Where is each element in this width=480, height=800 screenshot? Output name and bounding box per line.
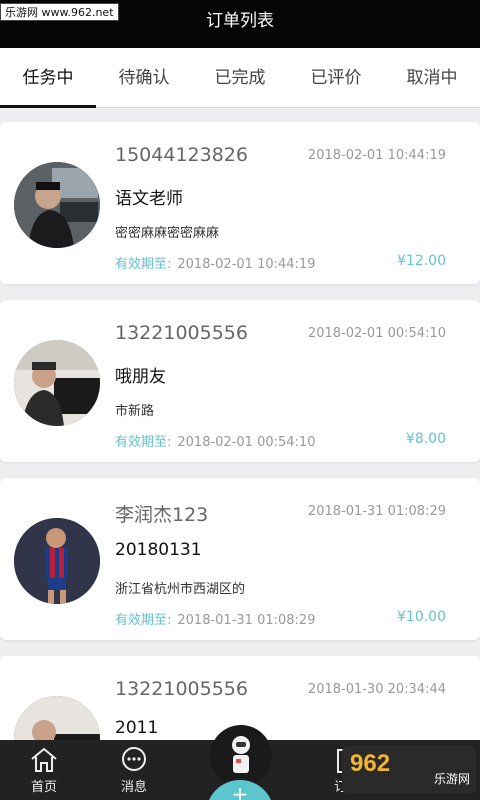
order-price: ¥12.00 — [397, 253, 446, 269]
logo-subtitle: 乐游网 — [433, 772, 470, 786]
nav-messages-label: 消息 — [120, 780, 147, 795]
tab-pending-confirm[interactable]: 待确认 — [96, 48, 192, 107]
order-card[interactable]: 李润杰123 2018-01-31 01:08:29 20180131 浙江省杭… — [0, 478, 480, 640]
home-icon — [31, 747, 57, 772]
valid-until: 有效期至: 2018-02-01 10:44:19 — [115, 253, 315, 272]
order-card[interactable]: 15044123826 2018-02-01 10:44:19 语文老师 密密麻… — [0, 122, 480, 284]
valid-label: 有效期至: — [115, 613, 172, 628]
order-card[interactable]: 13221005556 2018-02-01 00:54:10 哦朋友 市新路 … — [0, 300, 480, 462]
astronaut-button[interactable] — [210, 725, 272, 787]
site-logo: 962 乐游网 — [342, 746, 476, 794]
screen: 乐游网 www.962.net 订单列表 任务中 待确认 已完成 已评价 取消中… — [0, 0, 480, 800]
customer-phone: 13221005556 — [115, 322, 248, 344]
page-title: 订单列表 — [206, 11, 274, 31]
logo-number: 962 — [350, 750, 391, 777]
person-avatar-icon — [14, 340, 100, 426]
status-tabs: 任务中 待确认 已完成 已评价 取消中 — [0, 48, 480, 108]
order-price: ¥10.00 — [397, 609, 446, 625]
avatar — [14, 340, 100, 426]
order-address: 浙江省杭州市西湖区的 — [115, 582, 246, 597]
valid-date: 2018-01-31 01:08:29 — [177, 613, 316, 628]
order-title: 20180131 — [115, 540, 202, 560]
valid-date: 2018-02-01 00:54:10 — [177, 435, 316, 450]
astronaut-icon — [232, 736, 250, 773]
order-title: 2011 — [115, 718, 159, 738]
order-price: ¥8.00 — [405, 431, 446, 447]
customer-phone: 15044123826 — [115, 144, 248, 166]
order-time: 2018-02-01 10:44:19 — [307, 148, 446, 163]
order-title: 语文老师 — [115, 189, 183, 209]
order-address: 市新路 — [115, 404, 155, 419]
chat-bubble-icon — [122, 747, 146, 771]
order-time: 2018-01-31 01:08:29 — [307, 504, 446, 519]
valid-label: 有效期至: — [115, 257, 172, 272]
order-time: 2018-01-30 20:34:44 — [307, 682, 446, 697]
order-address: 密密麻麻密密麻麻 — [115, 226, 220, 241]
nav-messages[interactable]: 消息 — [99, 740, 169, 800]
app-header: 乐游网 www.962.net 订单列表 — [0, 0, 480, 48]
tab-cancelling[interactable]: 取消中 — [384, 48, 480, 107]
avatar — [14, 162, 100, 248]
order-time: 2018-02-01 00:54:10 — [307, 326, 446, 341]
valid-until: 有效期至: 2018-01-31 01:08:29 — [115, 609, 315, 628]
person-avatar-icon — [14, 162, 100, 248]
customer-phone: 李润杰123 — [115, 504, 209, 526]
tab-in-progress[interactable]: 任务中 — [0, 48, 96, 108]
valid-until: 有效期至: 2018-02-01 00:54:10 — [115, 431, 315, 450]
tab-reviewed[interactable]: 已评价 — [288, 48, 384, 107]
person-avatar-icon — [14, 518, 100, 604]
valid-label: 有效期至: — [115, 435, 172, 450]
order-title: 哦朋友 — [115, 367, 166, 387]
customer-phone: 13221005556 — [115, 678, 248, 700]
valid-date: 2018-02-01 10:44:19 — [177, 257, 316, 272]
nav-home-label: 首页 — [30, 780, 57, 795]
avatar — [14, 518, 100, 604]
nav-home[interactable]: 首页 — [9, 740, 79, 800]
tab-completed[interactable]: 已完成 — [192, 48, 288, 107]
